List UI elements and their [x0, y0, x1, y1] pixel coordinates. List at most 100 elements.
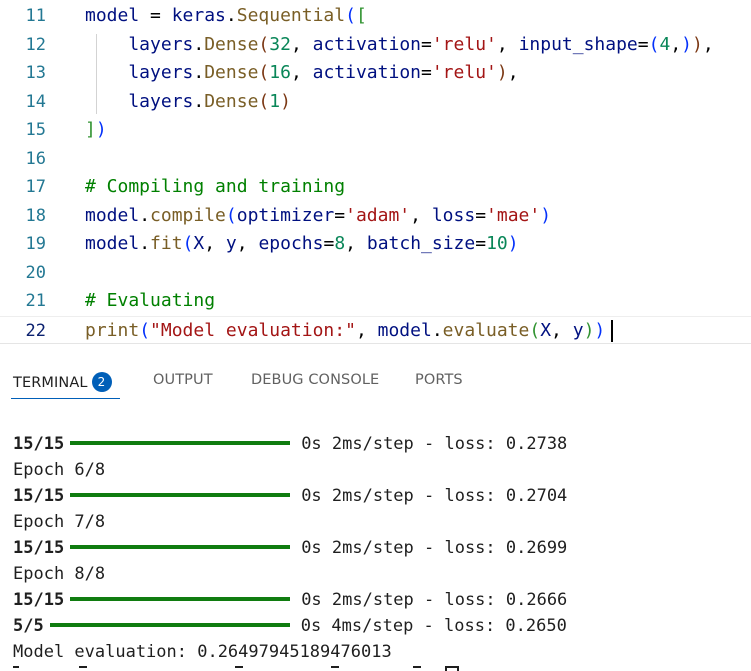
- step-count: 5/5: [13, 616, 44, 636]
- code-token: keras: [171, 5, 226, 26]
- code-token: ,: [345, 233, 367, 254]
- code-token: 10: [486, 233, 508, 254]
- code-token: ,: [507, 62, 519, 83]
- code-line[interactable]: 19 model.fit(X, y, epochs=8, batch_size=1…: [0, 230, 751, 259]
- code-text: model.compile(optimizer='adam', loss='ma…: [85, 202, 551, 231]
- code-token: evaluate: [442, 319, 530, 341]
- code-text: ]): [85, 116, 107, 145]
- line-number: 22: [25, 320, 46, 341]
- code-token: .: [225, 5, 237, 26]
- code-token: =: [475, 204, 487, 226]
- code-token: ): [594, 319, 606, 341]
- code-line[interactable]: 14 layers.Dense(1): [0, 88, 751, 117]
- output-text: Epoch 6/8: [13, 460, 106, 480]
- code-editor[interactable]: 11 model = keras.Sequential([12 layers.De…: [0, 0, 751, 343]
- code-token: ): [496, 62, 508, 83]
- code-token: Dense: [204, 90, 259, 112]
- code-token: =: [637, 33, 649, 55]
- line-number: 18: [25, 205, 46, 226]
- line-number: 17: [25, 177, 46, 197]
- code-token: .: [431, 319, 443, 341]
- terminal-output[interactable]: 15/15 0s 2ms/step - loss: 0.2738 Epoch 6/8…: [0, 404, 751, 671]
- line-number: 14: [25, 91, 46, 112]
- code-token: layers: [85, 33, 194, 55]
- line-number: 21: [25, 291, 46, 311]
- terminal-partial-line: [13, 666, 473, 671]
- code-token: 16: [269, 62, 291, 83]
- step-metrics: 0s 2ms/step - loss: 0.2699: [301, 538, 568, 558]
- code-token: 'adam': [345, 204, 411, 226]
- code-token: Dense: [204, 33, 259, 55]
- code-token: ,: [410, 204, 432, 226]
- terminal-count-badge: 2: [91, 372, 112, 392]
- code-token: (: [648, 33, 660, 55]
- step-count: 15/15: [13, 538, 65, 558]
- code-line[interactable]: 18 model.compile(optimizer='adam', loss='…: [0, 202, 751, 231]
- code-token: "Model evaluation:": [150, 319, 356, 341]
- code-text: layers.Dense(16, activation='relu'),: [85, 59, 519, 88]
- code-token: (: [258, 33, 270, 55]
- code-token: Dense: [204, 62, 259, 83]
- line-number: 11: [25, 6, 46, 26]
- code-token: epochs: [258, 233, 324, 254]
- code-token: 1: [269, 90, 281, 112]
- code-text: # Compiling and training: [85, 173, 345, 202]
- line-number: 20: [25, 262, 46, 283]
- tab-output[interactable]: OUTPUT: [153, 372, 213, 388]
- code-token: model: [377, 319, 432, 341]
- code-token: ]: [85, 119, 96, 140]
- code-token: fit: [150, 233, 183, 254]
- code-token: layers: [85, 62, 194, 83]
- code-line[interactable]: 15]): [0, 116, 751, 145]
- code-token: model: [85, 204, 140, 226]
- code-line[interactable]: 12 layers.Dense(32, activation='relu', i…: [0, 31, 751, 60]
- code-token: (: [258, 90, 270, 112]
- code-line[interactable]: 20: [0, 259, 751, 288]
- tab-ports[interactable]: PORTS: [415, 372, 463, 388]
- code-token: ,: [355, 319, 378, 341]
- code-token: (: [258, 62, 270, 83]
- tab-terminal[interactable]: TERMINAL 2: [13, 372, 112, 392]
- code-token: 'relu': [431, 62, 497, 83]
- code-token: loss: [431, 204, 476, 226]
- code-token: ,: [496, 33, 519, 55]
- code-token: 'relu': [431, 33, 497, 55]
- progress-bar: [70, 545, 291, 549]
- code-text: print("Model evaluation:", model.evaluat…: [85, 317, 614, 344]
- code-token: ,: [236, 233, 259, 254]
- code-line[interactable]: 16: [0, 145, 751, 174]
- code-line[interactable]: 17 # Compiling and training: [0, 173, 751, 202]
- code-token: ): [280, 90, 291, 112]
- code-token: 8: [334, 233, 346, 254]
- terminal-progress-line: 5/5 0s 4ms/step - loss: 0.2650: [13, 613, 567, 639]
- code-token: optimizer: [236, 204, 335, 226]
- code-token: ): [507, 233, 519, 254]
- terminal-text-line: Epoch 6/8: [13, 457, 105, 483]
- code-line[interactable]: 22 print("Model evaluation:", model.evalu…: [0, 315, 751, 344]
- line-number: 19: [25, 234, 46, 254]
- code-token: .: [139, 233, 151, 254]
- code-line[interactable]: 11 model = keras.Sequential([: [0, 2, 751, 31]
- code-line[interactable]: 21 # Evaluating: [0, 287, 751, 316]
- code-token: batch_size: [366, 233, 476, 254]
- tab-debug-console[interactable]: DEBUG CONSOLE: [251, 372, 379, 388]
- line-number: 15: [25, 120, 46, 140]
- active-tab-indicator: [11, 398, 120, 399]
- step-metrics: 0s 4ms/step - loss: 0.2650: [300, 616, 567, 636]
- vscode-window: 11 model = keras.Sequential([12 layers.De…: [0, 0, 751, 671]
- step-metrics: 0s 2ms/step - loss: 0.2666: [301, 590, 568, 610]
- step-metrics: 0s 2ms/step - loss: 0.2738: [301, 434, 568, 454]
- code-token: model: [85, 233, 140, 254]
- code-token: (: [182, 233, 194, 254]
- code-line[interactable]: 13 layers.Dense(16, activation='relu'),: [0, 59, 751, 88]
- code-token: ,: [551, 319, 573, 341]
- terminal-text-line: Epoch 7/8: [13, 509, 105, 535]
- code-text: model = keras.Sequential([: [85, 2, 367, 31]
- code-token: ,: [204, 233, 226, 254]
- code-token: =: [421, 33, 432, 55]
- code-token: Sequential: [236, 5, 346, 26]
- step-count: 15/15: [13, 590, 65, 610]
- progress-bar: [70, 493, 291, 497]
- panel-tabs: TERMINAL 2 OUTPUT DEBUG CONSOLE PORTS: [0, 344, 751, 404]
- terminal-text-line: Epoch 8/8: [13, 561, 105, 587]
